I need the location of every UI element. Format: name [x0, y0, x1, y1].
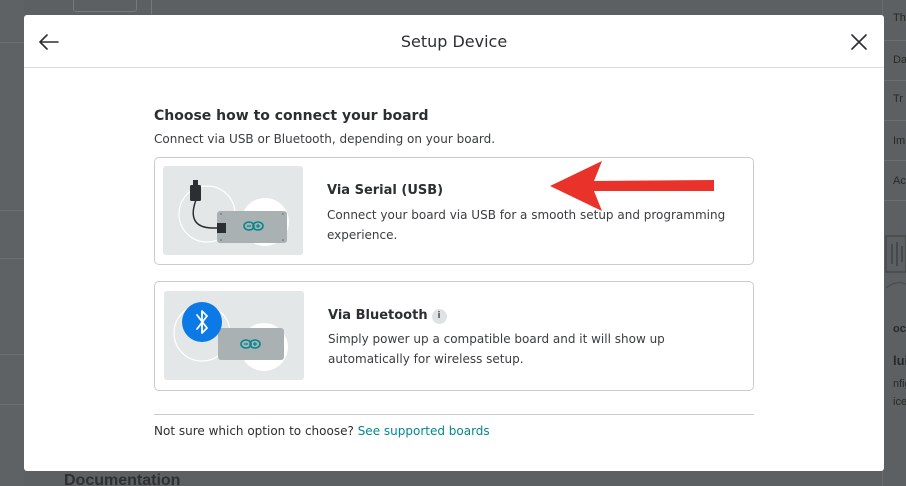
background-menu-item: Th: [893, 12, 906, 24]
background-divider: [0, 210, 24, 211]
option-title: Via Serial (USB): [327, 183, 444, 198]
footer-divider: [154, 414, 754, 415]
background-divider: [0, 404, 24, 405]
background-text: ices: [893, 396, 906, 408]
see-supported-boards-link[interactable]: See supported boards: [358, 424, 490, 438]
background-divider: [0, 258, 24, 259]
background-divider: [884, 40, 906, 41]
background-divider: [884, 120, 906, 121]
usb-board-illustration: [163, 166, 303, 255]
option-bluetooth[interactable]: Via Bluetooth i Simply power up a compati…: [154, 281, 754, 391]
footer-help: Not sure which option to choose? See sup…: [154, 424, 490, 438]
footer-question: Not sure which option to choose?: [154, 424, 354, 438]
setup-device-modal: Setup Device Choose how to connect your …: [24, 15, 884, 471]
background-divider: [884, 160, 906, 161]
annotation-arrow-icon: [550, 161, 714, 211]
bluetooth-board-illustration: [164, 291, 304, 380]
background-divider: [151, 0, 152, 14]
background-chart-icon: [885, 235, 906, 289]
background-text: nfigu: [893, 378, 906, 390]
usb-board-icon: [178, 180, 289, 246]
background-heading: ocum: [893, 323, 906, 335]
background-button: [73, 0, 137, 12]
background-heading: luin: [893, 353, 906, 368]
bluetooth-board-icon: [173, 302, 288, 371]
background-divider: [0, 42, 24, 43]
section-heading: Choose how to connect your board: [154, 108, 429, 124]
option-title-text: Via Bluetooth: [328, 308, 428, 323]
background-documentation-heading: Documentation: [64, 472, 181, 486]
modal-header: Setup Device: [24, 15, 884, 68]
background-menu-item: Ac: [893, 175, 906, 187]
background-menu-item: Im: [893, 135, 906, 147]
option-title: Via Bluetooth i: [328, 308, 447, 324]
section-subheading: Connect via USB or Bluetooth, depending …: [154, 132, 496, 146]
background-left-column: [0, 0, 24, 486]
background-menu-item: Tr: [893, 93, 903, 105]
background-divider: [884, 80, 906, 81]
background-divider: [884, 200, 906, 201]
close-button[interactable]: [846, 29, 872, 55]
option-description: Simply power up a compatible board and i…: [328, 332, 665, 366]
modal-title: Setup Device: [400, 32, 508, 51]
background-menu-item: Da: [893, 54, 906, 66]
info-icon[interactable]: i: [431, 308, 447, 324]
close-icon: [851, 34, 867, 50]
background-divider: [0, 354, 24, 355]
